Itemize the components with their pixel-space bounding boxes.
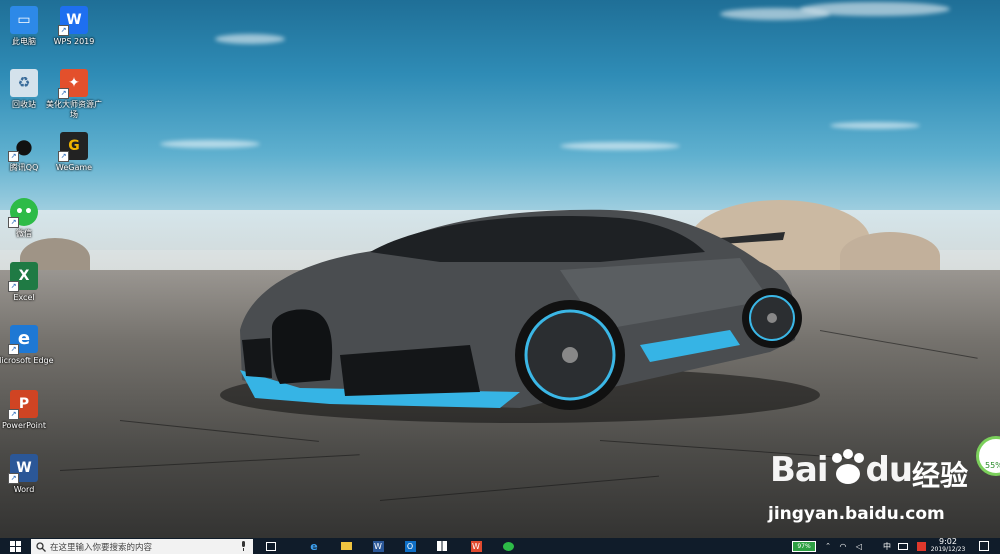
wifi-icon: ◠ (839, 541, 847, 551)
start-button[interactable] (4, 538, 26, 554)
edge-icon: e ↗ (8, 325, 38, 355)
desktop-icon-label: Excel (13, 293, 35, 302)
ime-label: 中 (883, 541, 891, 551)
microphone-icon[interactable] (240, 541, 247, 551)
wechat-icon (502, 541, 514, 551)
performance-percent: 55% (985, 461, 1000, 470)
notification-icon (979, 541, 989, 551)
paw-logo-icon (832, 449, 864, 484)
task-view-button[interactable] (262, 538, 280, 554)
taskbar-store[interactable] (432, 538, 452, 554)
outlook-icon: O (404, 540, 416, 552)
desktop-icon-label: 美化大师资源广场 (46, 100, 102, 119)
desktop-icon-powerpoint[interactable]: P ↗ PowerPoint (0, 390, 54, 431)
taskbar-word[interactable]: W (368, 538, 388, 554)
desktop-icon-label: PowerPoint (1, 421, 47, 430)
file-explorer-icon (340, 542, 352, 550)
clock[interactable]: 9:02 2019/12/23 (928, 538, 968, 554)
qq-icon: ● ↗ (8, 132, 38, 162)
ime-keyboard-button[interactable] (896, 538, 910, 554)
taskbar: 在这里输入你要搜索的内容 e W O W 97% ⌃ ◠ ◁ 中 9:02 20… (0, 538, 1000, 554)
watermark-url: jingyan.baidu.com (768, 504, 945, 524)
sogou-icon (916, 541, 926, 551)
powerpoint-icon: P ↗ (8, 390, 38, 420)
desktop-icon-excel[interactable]: X ↗ Excel (0, 262, 54, 303)
battery-icon: 97% (792, 540, 816, 552)
desktop-icon-label: Microsoft Edge (0, 356, 54, 365)
action-center-button[interactable] (972, 538, 996, 554)
sogou-button[interactable] (914, 538, 928, 554)
edge-icon: e (310, 539, 318, 553)
ime-indicator[interactable]: 中 (880, 538, 894, 554)
word-icon: W (372, 540, 384, 552)
wps-icon: W (470, 540, 482, 552)
clock-date: 2019/12/23 (930, 546, 966, 553)
taskbar-outlook[interactable]: O (400, 538, 420, 554)
wechat-icon: •• ↗ (8, 198, 38, 228)
wps-icon: W ↗ (58, 6, 88, 36)
desktop-icon-label: WeGame (55, 163, 93, 172)
store-icon (437, 541, 447, 551)
volume-button[interactable]: ◁ (852, 538, 866, 554)
word-icon: W ↗ (8, 454, 38, 484)
search-icon (36, 541, 46, 552)
keyboard-icon (898, 542, 908, 550)
battery-indicator[interactable]: 97% (790, 538, 818, 554)
desktop-icon-edge[interactable]: e ↗ Microsoft Edge (0, 325, 54, 366)
windows-logo-icon (9, 540, 21, 552)
taskbar-wechat[interactable] (498, 538, 518, 554)
clock-time: 9:02 (939, 537, 957, 546)
taskbar-file-explorer[interactable] (336, 538, 356, 554)
desktop-icon-wegame[interactable]: G ↗ WeGame (44, 132, 104, 173)
taskbar-search-box[interactable]: 在这里输入你要搜索的内容 (31, 539, 253, 554)
desktop-icon-wechat[interactable]: •• ↗ 微信 (0, 198, 54, 239)
watermark-cn: 经验 (912, 459, 969, 492)
speaker-icon: ◁ (855, 541, 863, 551)
desktop-icon-wps[interactable]: W ↗ WPS 2019 (44, 6, 104, 47)
recycle-bin-icon: ♻ (10, 69, 38, 97)
tray-show-hidden[interactable]: ⌃ (822, 538, 834, 554)
search-placeholder: 在这里输入你要搜索的内容 (50, 542, 153, 553)
baidu-jingyan-watermark: Bai du 经验 jingyan.baidu.com (762, 442, 982, 532)
network-button[interactable]: ◠ (836, 538, 850, 554)
desktop-icon-beautify-master[interactable]: ✦ ↗ 美化大师资源广场 (44, 69, 104, 120)
wegame-icon: G ↗ (58, 132, 88, 162)
computer-icon: ▭ (10, 6, 38, 34)
beautify-master-icon: ✦ ↗ (58, 69, 88, 99)
taskbar-edge[interactable]: e (304, 538, 324, 554)
taskbar-wps[interactable]: W (466, 538, 486, 554)
excel-icon: X ↗ (8, 262, 38, 292)
chevron-up-icon: ⌃ (825, 542, 831, 550)
desktop-icon-word[interactable]: W ↗ Word (0, 454, 54, 495)
task-view-icon (266, 541, 276, 551)
desktop-icon-label: WPS 2019 (53, 37, 95, 46)
desktop-icon-label: 微信 (16, 229, 32, 238)
desktop-icon-label: Word (13, 485, 35, 494)
